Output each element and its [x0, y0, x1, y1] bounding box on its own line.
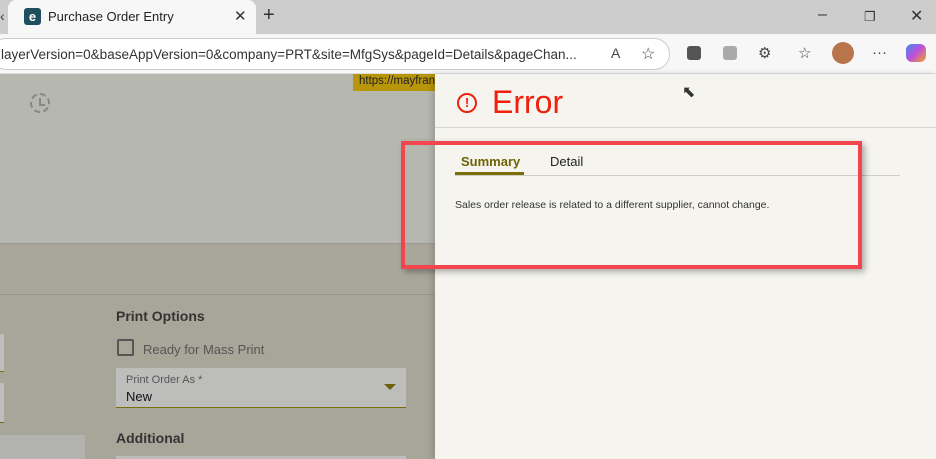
favicon-icon: e [24, 8, 41, 25]
ready-mass-print-label: Ready for Mass Print [143, 342, 265, 357]
url-input[interactable]: layerVersion=0&baseAppVersion=0&company=… [0, 38, 670, 70]
history-icon[interactable] [30, 93, 50, 113]
left-field[interactable] [0, 334, 4, 372]
extensions-puzzle-icon[interactable]: ⚙ [758, 44, 771, 62]
tab-scroll-left-icon[interactable]: ‹ [0, 8, 5, 24]
favorites-icon[interactable]: ☆ [798, 44, 811, 62]
new-tab-icon[interactable]: + [263, 4, 275, 27]
favorite-star-icon[interactable]: ☆ [641, 44, 655, 64]
additional-heading: Additional [116, 430, 185, 446]
extension-2-icon[interactable] [723, 46, 737, 60]
page-header-area [0, 74, 435, 244]
print-order-as-label: Print Order As * [126, 374, 203, 386]
print-order-as-select[interactable]: Print Order As * New [116, 368, 406, 408]
ready-mass-print-checkbox[interactable] [117, 339, 134, 356]
chevron-down-icon [384, 384, 396, 390]
copilot-icon[interactable] [906, 44, 926, 62]
print-options-heading: Print Options [116, 308, 205, 324]
minimize-icon[interactable]: – [818, 6, 827, 24]
address-bar-row: layerVersion=0&baseAppVersion=0&company=… [0, 34, 936, 74]
window-close-icon[interactable]: ✕ [910, 6, 923, 26]
browser-tab-bar: ‹ e Purchase Order Entry ✕ + – ❐ ✕ [0, 0, 936, 34]
restore-icon[interactable]: ❐ [864, 9, 876, 25]
tab-title: Purchase Order Entry [48, 9, 174, 24]
url-text: layerVersion=0&baseAppVersion=0&company=… [1, 47, 577, 62]
profile-avatar[interactable] [832, 42, 854, 64]
extension-icon[interactable] [687, 46, 701, 60]
read-aloud-icon[interactable]: A [611, 45, 620, 61]
divider [435, 127, 936, 128]
more-icon[interactable]: ··· [872, 44, 887, 61]
status-url-tooltip: https://mayfran [353, 74, 435, 91]
browser-tab[interactable]: e Purchase Order Entry ✕ [8, 0, 256, 34]
error-title: Error [492, 84, 564, 120]
left-field-2[interactable] [0, 383, 4, 423]
mouse-cursor-icon: ⬉ [682, 84, 696, 101]
page-toolbar-band [0, 245, 435, 295]
left-field-3[interactable] [0, 435, 85, 459]
close-tab-icon[interactable]: ✕ [234, 7, 247, 25]
print-order-as-value: New [126, 389, 153, 404]
highlight-annotation-box [401, 141, 862, 269]
error-icon: ! [457, 93, 477, 113]
